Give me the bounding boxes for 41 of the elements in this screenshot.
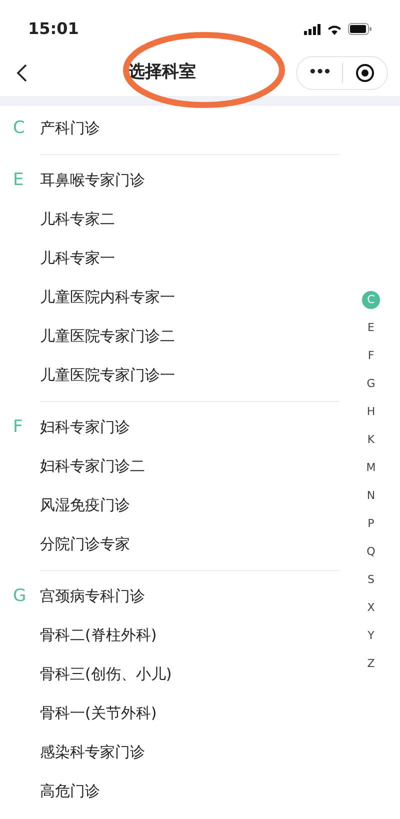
department-item[interactable]: 妇科专家门诊二 <box>40 455 145 478</box>
department-item[interactable]: 分院门诊专家 <box>40 533 130 556</box>
index-letter[interactable]: Q <box>362 543 380 561</box>
back-icon[interactable] <box>16 63 28 83</box>
department-item[interactable]: 骨科一(关节外科) <box>40 702 157 725</box>
department-item[interactable]: 风湿免疫门诊 <box>40 494 130 517</box>
battery-icon <box>348 23 372 35</box>
index-letter[interactable]: E <box>362 319 380 337</box>
target-icon[interactable] <box>355 63 375 83</box>
department-item[interactable]: 妇科专家门诊 <box>40 416 130 439</box>
index-letter[interactable]: M <box>362 459 380 477</box>
wifi-icon <box>327 24 342 34</box>
department-item[interactable]: 骨科三(创伤、小儿) <box>40 663 172 686</box>
department-item[interactable]: 产科门诊 <box>40 117 100 140</box>
signal-icon <box>304 24 321 34</box>
index-letter[interactable]: Y <box>362 627 380 645</box>
index-letter[interactable]: H <box>362 403 380 421</box>
more-button[interactable]: ••• <box>297 63 342 83</box>
group-letter: F <box>13 416 23 439</box>
index-letter[interactable]: F <box>362 347 380 365</box>
status-time: 15:01 <box>28 18 79 40</box>
department-item[interactable]: 儿科专家一 <box>40 247 115 270</box>
index-letter[interactable]: S <box>362 571 380 589</box>
group-letter: G <box>13 584 26 608</box>
index-letter[interactable]: Z <box>362 655 380 673</box>
department-item[interactable]: 儿科专家二 <box>40 208 115 231</box>
index-letter[interactable]: P <box>362 515 380 533</box>
department-item[interactable]: 儿童医院专家门诊一 <box>40 364 175 387</box>
index-letter[interactable]: G <box>362 375 380 393</box>
index-letter[interactable]: X <box>362 599 380 617</box>
department-item[interactable]: 儿童医院专家门诊二 <box>40 325 175 348</box>
group-letter: C <box>13 116 25 140</box>
department-item[interactable]: 耳鼻喉专家门诊 <box>40 169 145 192</box>
group-letter: E <box>13 168 24 192</box>
index-letter[interactable]: N <box>362 487 380 505</box>
department-item[interactable]: 骨科二(脊柱外科) <box>40 624 157 647</box>
department-item[interactable]: 感染科专家门诊 <box>40 741 145 764</box>
department-item[interactable]: 宫颈病专科门诊 <box>40 585 145 608</box>
department-item[interactable]: 儿童医院内科专家一 <box>40 286 175 309</box>
index-letter[interactable]: K <box>362 431 380 449</box>
department-item[interactable]: 高危门诊 <box>40 780 100 803</box>
